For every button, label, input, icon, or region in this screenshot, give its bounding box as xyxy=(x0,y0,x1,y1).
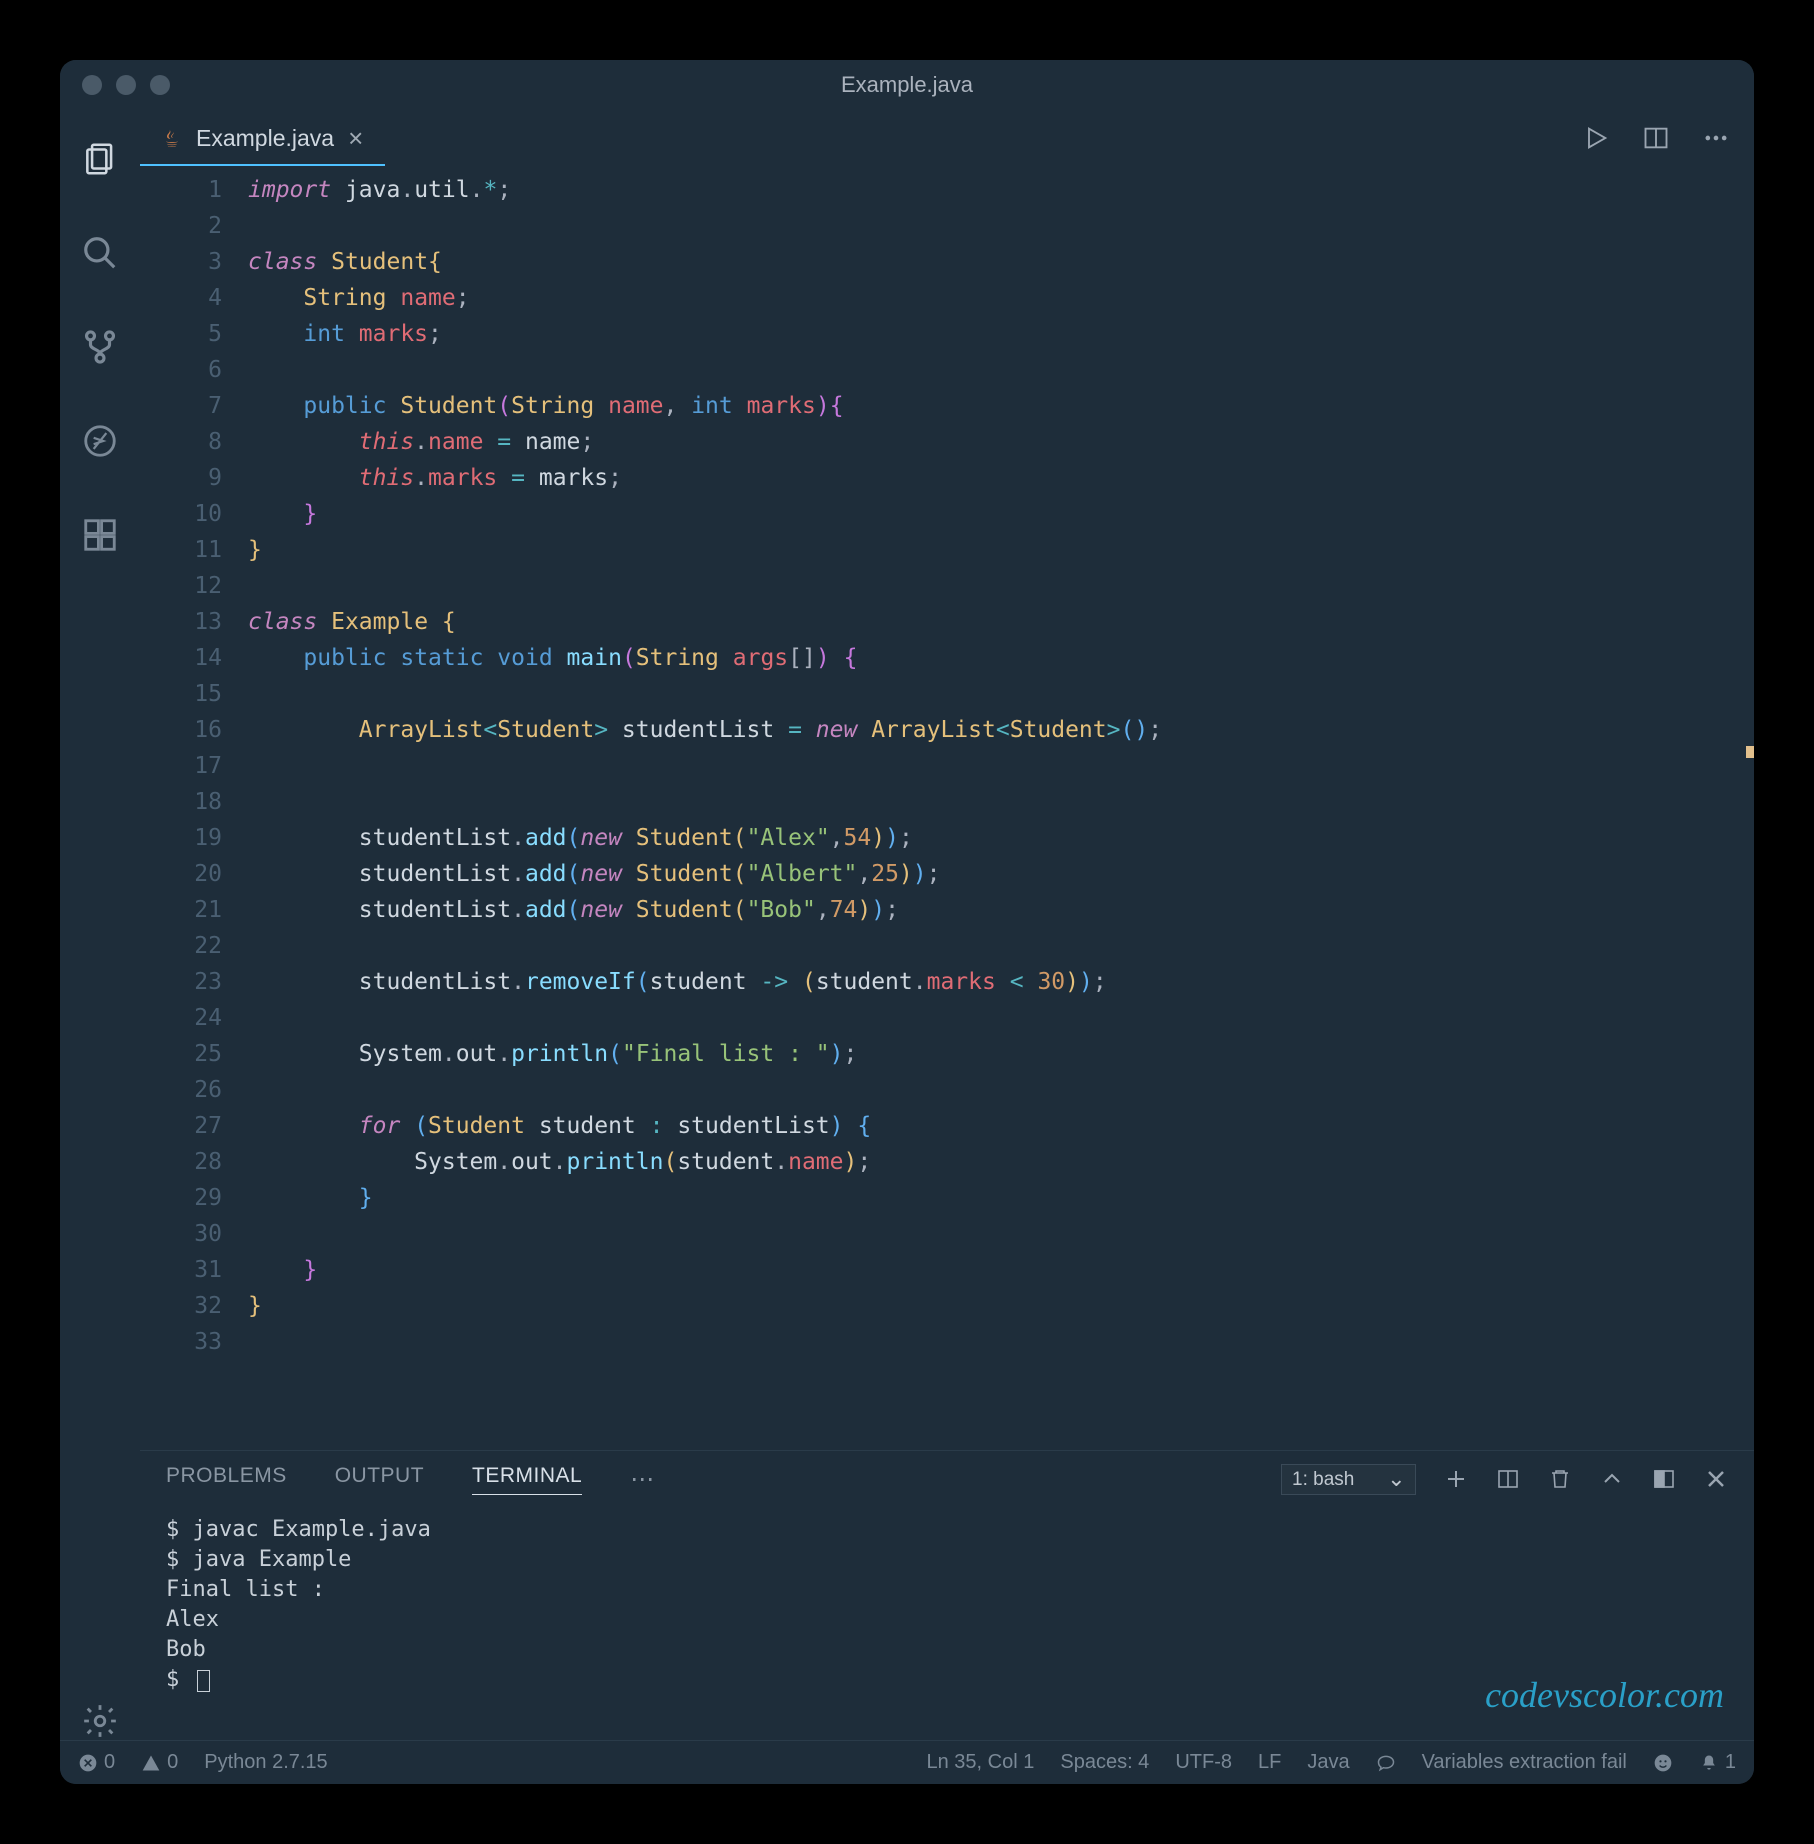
status-message[interactable]: Variables extraction fail xyxy=(1422,1751,1627,1774)
panel-more-icon[interactable]: ⋯ xyxy=(630,1465,655,1494)
activity-bar xyxy=(60,110,140,1740)
run-icon[interactable] xyxy=(1582,124,1610,152)
editor-actions xyxy=(1582,110,1754,166)
window-title: Example.java xyxy=(841,72,973,98)
watermark-text: codevscolor.com xyxy=(1485,1680,1724,1710)
toggle-panel-icon[interactable] xyxy=(1652,1467,1676,1491)
status-interpreter[interactable]: Python 2.7.15 xyxy=(204,1751,327,1774)
panel-tab-output[interactable]: OUTPUT xyxy=(335,1464,424,1494)
extensions-icon[interactable] xyxy=(81,516,119,554)
source-control-icon[interactable] xyxy=(81,328,119,366)
workbench-body: Example.java × 1234567891011121314151617… xyxy=(60,110,1754,1740)
line-numbers: 1234567891011121314151617181920212223242… xyxy=(140,166,240,1450)
bottom-panel: PROBLEMS OUTPUT TERMINAL ⋯ 1: bash xyxy=(140,1450,1754,1740)
status-bar: 0 0 Python 2.7.15 Ln 35, Col 1 Spaces: 4… xyxy=(60,1740,1754,1784)
panel-tab-problems[interactable]: PROBLEMS xyxy=(166,1464,287,1494)
split-editor-icon[interactable] xyxy=(1642,124,1670,152)
terminal-output[interactable]: $ javac Example.java$ java ExampleFinal … xyxy=(140,1507,1754,1740)
minimap[interactable] xyxy=(1626,176,1746,296)
status-eol[interactable]: LF xyxy=(1258,1751,1281,1774)
close-panel-icon[interactable] xyxy=(1704,1467,1728,1491)
split-terminal-icon[interactable] xyxy=(1496,1467,1520,1491)
tab-label: Example.java xyxy=(196,125,334,152)
maximize-panel-icon[interactable] xyxy=(1600,1467,1624,1491)
status-indentation[interactable]: Spaces: 4 xyxy=(1060,1751,1149,1774)
search-icon[interactable] xyxy=(81,234,119,272)
kill-terminal-icon[interactable] xyxy=(1548,1467,1572,1491)
editor-main: Example.java × 1234567891011121314151617… xyxy=(140,110,1754,1740)
status-warnings[interactable]: 0 xyxy=(141,1751,178,1774)
panel-tabs: PROBLEMS OUTPUT TERMINAL ⋯ 1: bash xyxy=(140,1451,1754,1507)
zoom-window-button[interactable] xyxy=(150,75,170,95)
bell-icon xyxy=(1699,1753,1719,1773)
explorer-icon[interactable] xyxy=(81,140,119,178)
panel-tab-terminal[interactable]: TERMINAL xyxy=(472,1464,582,1495)
editor-tabs: Example.java × xyxy=(140,110,1754,166)
terminal-select[interactable]: 1: bash xyxy=(1281,1464,1416,1495)
warning-icon xyxy=(141,1753,161,1773)
window-controls xyxy=(60,75,170,95)
code-content[interactable]: import java.util.*; class Student{ Strin… xyxy=(240,166,1754,1450)
settings-gear-icon[interactable] xyxy=(81,1702,119,1740)
new-terminal-icon[interactable] xyxy=(1444,1467,1468,1491)
tab-example-java[interactable]: Example.java × xyxy=(140,110,385,166)
tab-close-icon[interactable]: × xyxy=(348,123,363,154)
status-smiley-icon[interactable] xyxy=(1653,1753,1673,1773)
status-language[interactable]: Java xyxy=(1307,1751,1349,1774)
minimize-window-button[interactable] xyxy=(116,75,136,95)
status-notifications[interactable]: 1 xyxy=(1699,1751,1736,1774)
close-window-button[interactable] xyxy=(82,75,102,95)
status-feedback-icon[interactable] xyxy=(1376,1753,1396,1773)
debug-icon[interactable] xyxy=(81,422,119,460)
overview-ruler-mark xyxy=(1746,746,1754,758)
editor-window: Example.java Example.java × xyxy=(60,60,1754,1784)
more-actions-icon[interactable] xyxy=(1702,124,1730,152)
code-editor[interactable]: 1234567891011121314151617181920212223242… xyxy=(140,166,1754,1450)
titlebar: Example.java xyxy=(60,60,1754,110)
status-errors[interactable]: 0 xyxy=(78,1751,115,1774)
status-cursor-position[interactable]: Ln 35, Col 1 xyxy=(927,1751,1035,1774)
status-encoding[interactable]: UTF-8 xyxy=(1175,1751,1232,1774)
java-file-icon xyxy=(162,126,182,150)
error-icon xyxy=(78,1753,98,1773)
